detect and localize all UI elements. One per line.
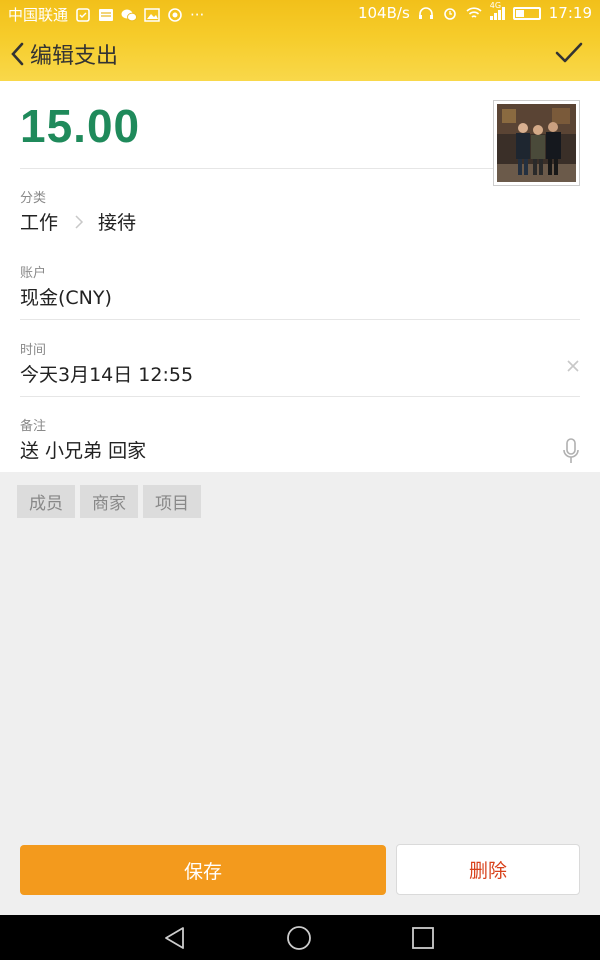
- sim-icon: [76, 7, 90, 22]
- home-circle-icon[interactable]: [286, 925, 312, 951]
- note-label: 备注: [20, 419, 47, 434]
- headphone-icon: [418, 7, 433, 19]
- alarm-icon: [443, 8, 456, 20]
- back-triangle-icon[interactable]: [162, 925, 188, 951]
- tag-project[interactable]: 项目: [143, 485, 201, 518]
- chevron-left-icon[interactable]: [8, 39, 28, 69]
- image-icon: [144, 7, 160, 22]
- sms-icon: [99, 8, 114, 21]
- clock: 17:19: [548, 4, 592, 22]
- account-label: 账户: [20, 266, 47, 281]
- account-field[interactable]: 账户 现金(CNY): [20, 262, 580, 310]
- carrier-label: 中国联通: [8, 6, 69, 24]
- battery-icon: [512, 6, 541, 20]
- delete-button[interactable]: 删除: [396, 844, 580, 895]
- tag-bar: 成员 商家 项目: [17, 485, 201, 518]
- time-value: 今天3月14日 12:55: [20, 364, 194, 386]
- tag-merchant[interactable]: 商家: [80, 485, 138, 518]
- group-photo-image: [497, 104, 576, 182]
- save-button[interactable]: 保存: [20, 845, 386, 895]
- account-value: 现金(CNY): [20, 287, 112, 309]
- note-field[interactable]: 备注 送 小兄弟 回家: [20, 415, 580, 463]
- title-bar: 编辑支出: [0, 27, 600, 81]
- page-title: 编辑支出: [30, 44, 119, 69]
- checkmark-icon[interactable]: [554, 38, 584, 68]
- chevron-right-icon: [75, 214, 84, 229]
- tag-members[interactable]: 成员: [17, 485, 75, 518]
- microphone-icon[interactable]: [562, 437, 580, 465]
- divider: [20, 396, 580, 397]
- system-nav-bar: [0, 915, 600, 960]
- network-type: 4G: [489, 0, 502, 10]
- note-value[interactable]: 送 小兄弟 回家: [20, 436, 580, 463]
- category-secondary: 接待: [98, 212, 137, 234]
- divider: [20, 319, 580, 320]
- expense-form: 15.00 分类 工作 接待 账户 现金(CNY) 时间 今天3月14日 12:…: [0, 81, 600, 472]
- receipt-photo-thumbnail[interactable]: [493, 100, 580, 186]
- more-notifications: ···: [190, 5, 205, 24]
- divider: [20, 168, 493, 169]
- app-icon: [168, 7, 182, 22]
- recents-square-icon[interactable]: [410, 925, 436, 951]
- clear-icon[interactable]: [566, 359, 580, 373]
- signal-icon: 4G: [489, 1, 505, 20]
- time-label: 时间: [20, 343, 47, 358]
- category-label: 分类: [20, 191, 47, 206]
- network-speed: 104B/s: [357, 4, 410, 22]
- amount-value[interactable]: 15.00: [20, 99, 140, 153]
- wifi-icon: [466, 7, 482, 18]
- time-field[interactable]: 时间 今天3月14日 12:55: [20, 339, 580, 387]
- app-header: 中国联通 ··· 104B/s 4G 17:19 编辑支出: [0, 0, 600, 81]
- category-primary: 工作: [20, 212, 59, 234]
- wechat-icon: [121, 9, 137, 21]
- category-field[interactable]: 分类 工作 接待: [20, 187, 580, 235]
- status-bar: 中国联通 ··· 104B/s 4G 17:19: [0, 0, 600, 26]
